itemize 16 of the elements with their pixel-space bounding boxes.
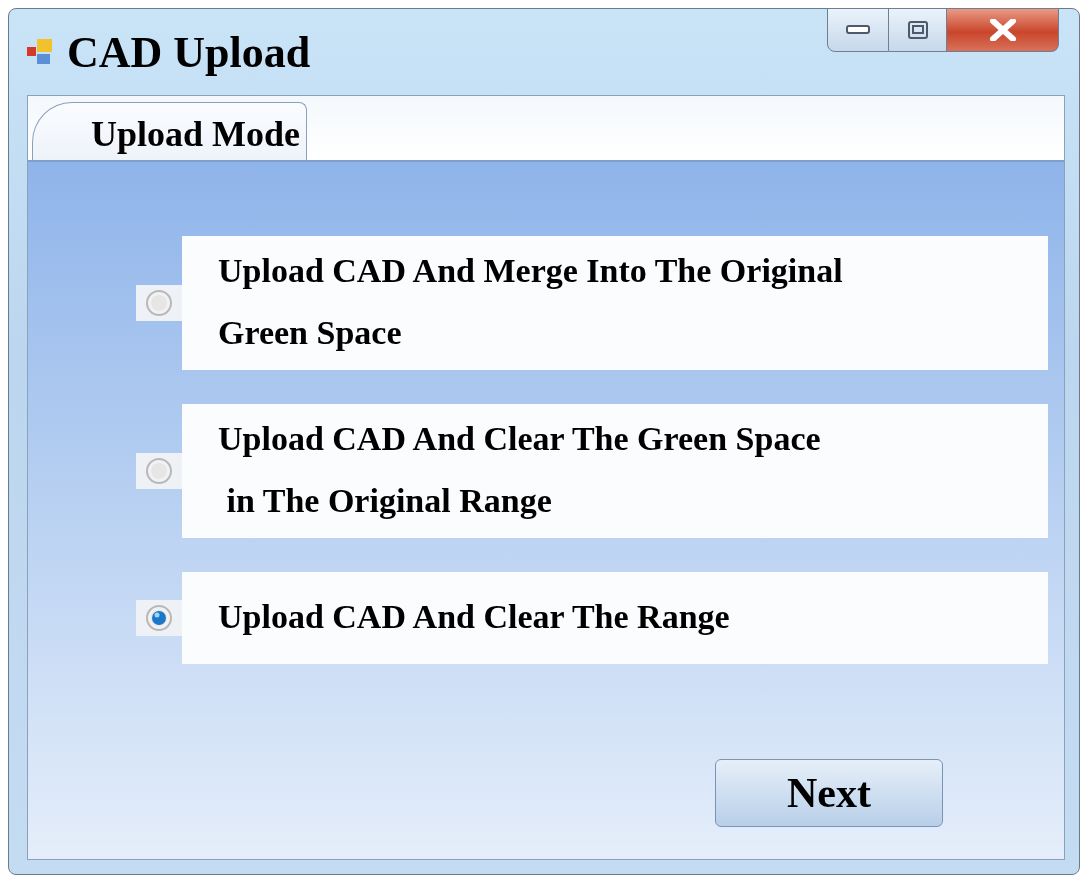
window-title: CAD Upload [67,26,311,78]
option-label: Upload CAD And Merge Into The Original Green Space [182,236,1048,370]
tab[interactable]: Upload Mode [32,102,308,160]
radio-button[interactable] [136,453,182,489]
next-button[interactable]: Next [715,759,943,827]
option-label: Upload CAD And Clear The Green Space in The Original Range [182,404,1048,538]
close-button[interactable] [947,8,1059,52]
app-icon [27,39,53,65]
minimize-button[interactable] [827,8,889,52]
radio-button[interactable] [136,600,182,636]
minimize-icon [846,25,870,35]
close-icon [988,19,1017,41]
radio-button[interactable] [136,285,182,321]
maximize-button[interactable] [889,8,947,52]
option-label: Upload CAD And Clear The Range [182,572,1048,664]
maximize-icon [907,21,928,39]
